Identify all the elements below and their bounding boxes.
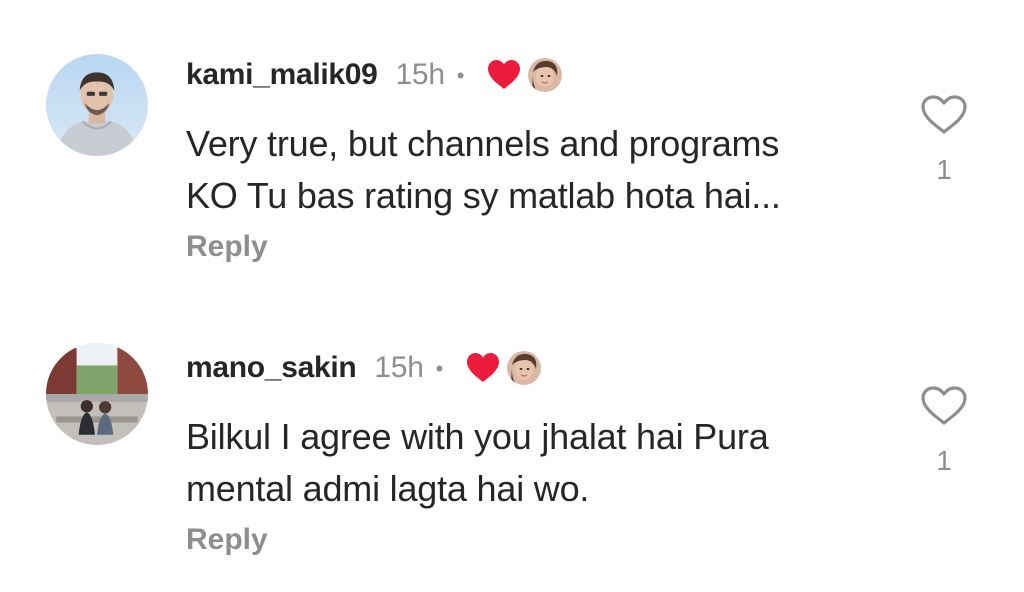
comment-line: Bilkul I agree with you jhalat hai Pura [186,416,769,457]
like-column: 1 [916,385,972,477]
like-column: 1 [916,94,972,186]
separator-dot: • [456,63,465,88]
avatar-image-mano [46,343,148,445]
avatar[interactable] [46,343,148,445]
heart-icon [465,351,501,385]
heart-outline-icon[interactable] [920,385,968,427]
comment-text: Bilkul I agree with you jhalat hai Pura … [186,411,886,515]
avatar-image-kami [46,54,148,156]
like-count: 1 [936,445,952,476]
comments-thread: kami_malik09 15h • Very true, but channe… [0,0,1024,592]
comment-header: mano_sakin 15h • [186,345,542,391]
comment-text: Very true, but channels and programs KO … [186,118,886,222]
reply-button[interactable]: Reply [186,230,268,264]
heart-icon [486,58,522,92]
avatar[interactable] [46,54,148,156]
timestamp: 15h [395,58,445,91]
username[interactable]: mano_sakin [186,351,357,385]
like-count: 1 [936,154,952,185]
comment-line: mental admi lagta hai wo. [186,468,590,509]
comment-line: Very true, but channels and programs [186,123,780,164]
comment-line: KO Tu bas rating sy matlab hota hai... [186,175,781,216]
comment-header: kami_malik09 15h • [186,52,563,98]
username[interactable]: kami_malik09 [186,58,378,92]
heart-outline-icon[interactable] [920,94,968,136]
separator-dot: • [435,356,444,381]
author-avatar-small [507,351,542,385]
author-avatar-small [528,58,563,92]
reply-button[interactable]: Reply [186,523,268,557]
timestamp: 15h [374,351,424,384]
